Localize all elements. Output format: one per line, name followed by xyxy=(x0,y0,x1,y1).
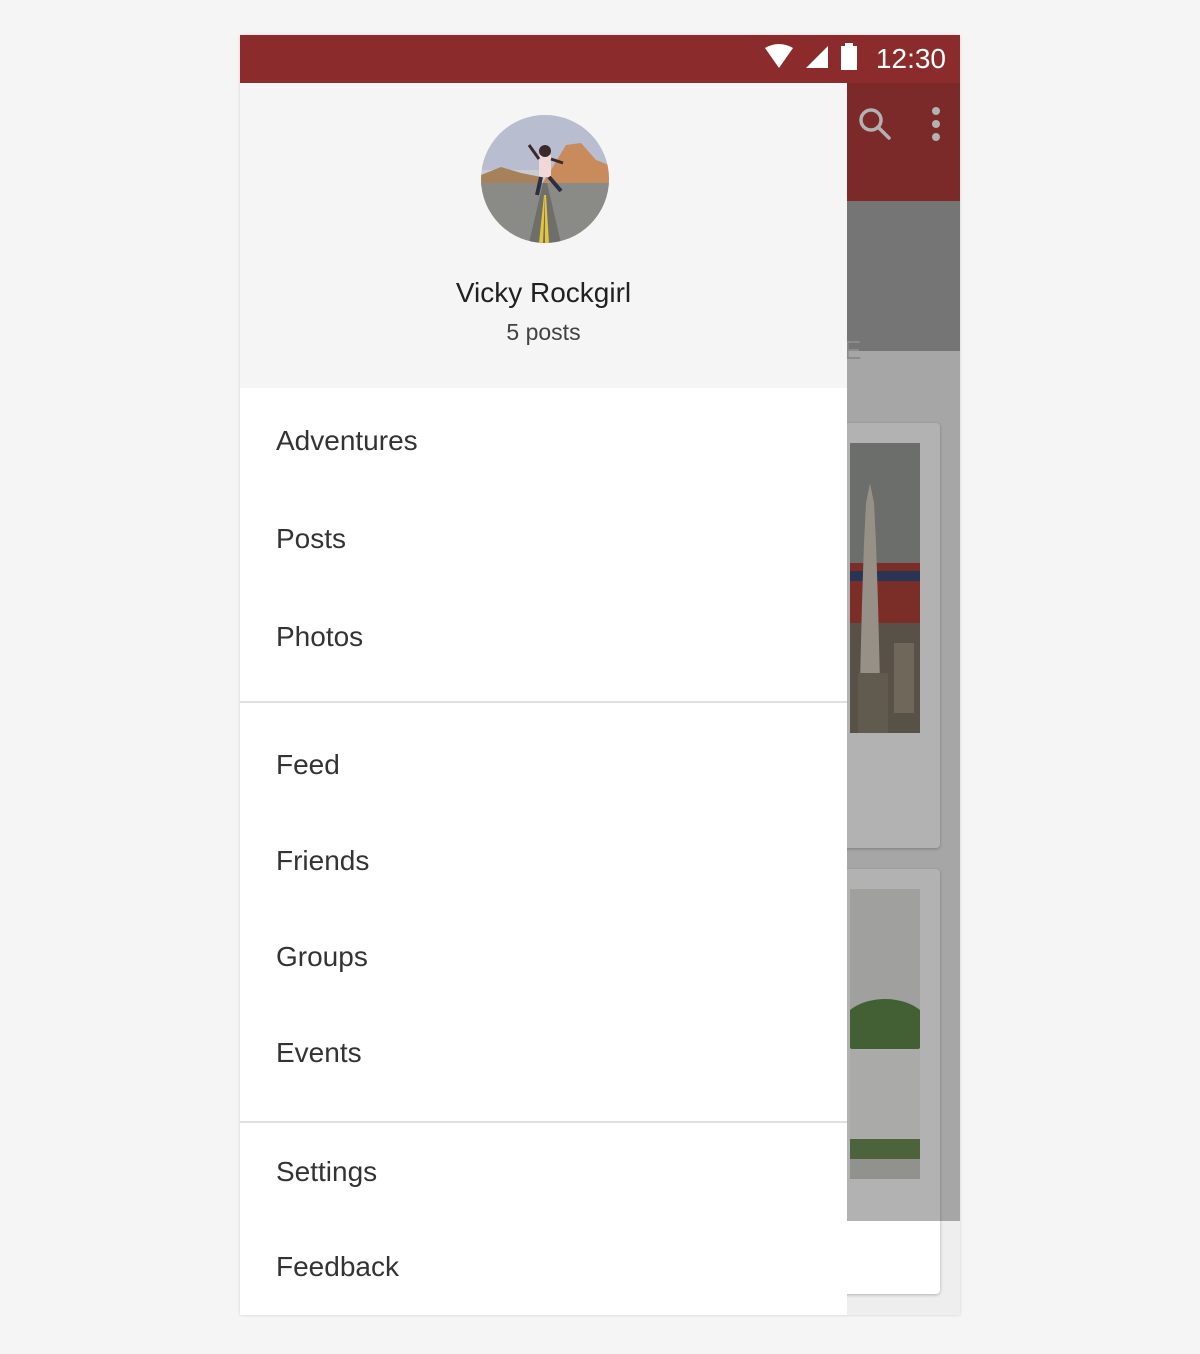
nav-item-settings[interactable]: Settings xyxy=(276,1152,377,1192)
nav-item-events[interactable]: Events xyxy=(276,1033,362,1073)
drawer-header: Vicky Rockgirl 5 posts xyxy=(240,83,847,388)
nav-item-feedback[interactable]: Feedback xyxy=(276,1247,399,1287)
profile-name: Vicky Rockgirl xyxy=(455,277,632,308)
status-bar: 12:30 xyxy=(240,35,960,83)
phone-screen: E 12:30 Vicky Rockgirl 5 posts Adventure… xyxy=(240,35,960,1315)
drawer-divider xyxy=(240,701,847,703)
nav-item-groups[interactable]: Groups xyxy=(276,937,368,977)
nav-item-photos[interactable]: Photos xyxy=(276,617,363,657)
nav-item-friends[interactable]: Friends xyxy=(276,841,369,881)
avatar[interactable] xyxy=(481,115,609,243)
profile-post-count: 5 posts xyxy=(506,319,581,345)
signal-icon xyxy=(804,44,830,75)
nav-item-feed[interactable]: Feed xyxy=(276,745,340,785)
navigation-drawer: Vicky Rockgirl 5 posts Adventures Posts … xyxy=(240,83,847,1315)
nav-item-adventures[interactable]: Adventures xyxy=(276,421,418,461)
battery-icon xyxy=(840,42,858,76)
wifi-icon xyxy=(764,43,794,75)
status-time: 12:30 xyxy=(875,43,946,74)
nav-item-posts[interactable]: Posts xyxy=(276,519,346,559)
drawer-divider xyxy=(240,1121,847,1123)
